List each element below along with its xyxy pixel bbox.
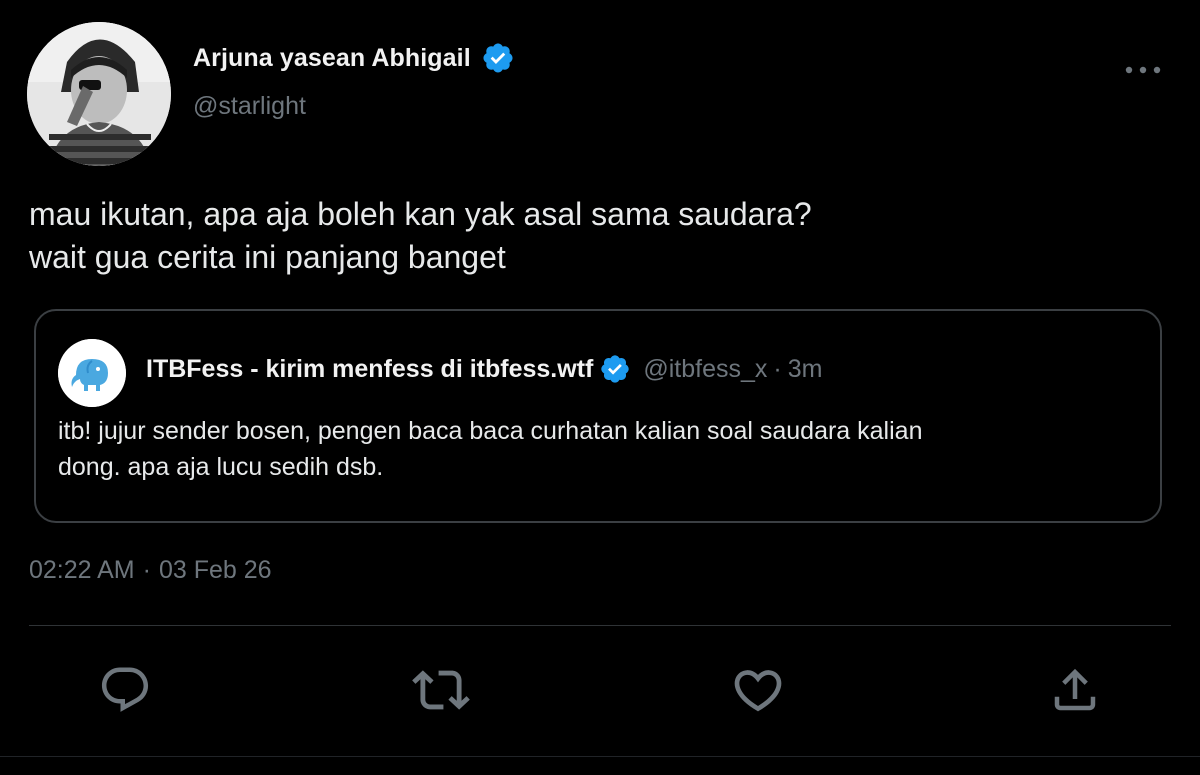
quote-header: ITBFess - kirim menfess di itbfess.wtf @…	[146, 351, 822, 387]
retweet-icon	[412, 670, 470, 710]
quote-time[interactable]: 3m	[788, 355, 823, 384]
author-name[interactable]: Arjuna yasean Abhigail	[193, 44, 471, 73]
verified-badge-icon	[599, 353, 631, 385]
author-avatar[interactable]	[27, 22, 171, 166]
more-options-icon[interactable]	[1120, 55, 1166, 85]
quote-author-name[interactable]: ITBFess - kirim menfess di itbfess.wtf	[146, 355, 593, 384]
quote-text: itb! jujur sender bosen, pengen baca bac…	[58, 413, 1148, 485]
share-button[interactable]	[1045, 660, 1105, 720]
tweet-text-line: mau ikutan, apa aja boleh kan yak asal s…	[29, 196, 812, 232]
like-button[interactable]	[728, 660, 788, 720]
tweet-text: mau ikutan, apa aja boleh kan yak asal s…	[29, 193, 1169, 279]
reply-button[interactable]	[95, 660, 155, 720]
author-photo	[27, 22, 171, 166]
bottom-divider	[0, 756, 1200, 757]
quote-separator: ·	[773, 354, 782, 383]
tweet-time[interactable]: 02:22 AM	[29, 556, 135, 585]
tweet-text-line: wait gua cerita ini panjang banget	[29, 239, 506, 275]
elephant-logo-icon	[58, 339, 126, 407]
timestamp-separator: ·	[142, 556, 151, 584]
divider	[29, 625, 1171, 626]
quote-text-line: itb! jujur sender bosen, pengen baca bac…	[58, 417, 923, 445]
author-name-row[interactable]: Arjuna yasean Abhigail	[193, 40, 515, 76]
tweet-timestamp[interactable]: 02:22 AM · 03 Feb 26	[29, 556, 272, 585]
quote-author-handle[interactable]: @itbfess_x	[643, 355, 767, 384]
author-handle[interactable]: @starlight	[193, 92, 306, 121]
verified-badge-icon	[481, 41, 515, 75]
tweet-date[interactable]: 03 Feb 26	[159, 556, 272, 585]
share-icon	[1054, 668, 1096, 711]
retweet-button[interactable]	[411, 660, 471, 720]
quoted-tweet-card[interactable]: ITBFess - kirim menfess di itbfess.wtf @…	[34, 309, 1162, 523]
like-icon	[734, 670, 782, 712]
reply-icon	[101, 667, 149, 712]
quote-avatar[interactable]	[58, 339, 126, 407]
tweet-detail: Arjuna yasean Abhigail @starlight mau ik…	[0, 0, 1200, 775]
quote-text-line: dong. apa aja lucu sedih dsb.	[58, 453, 384, 481]
